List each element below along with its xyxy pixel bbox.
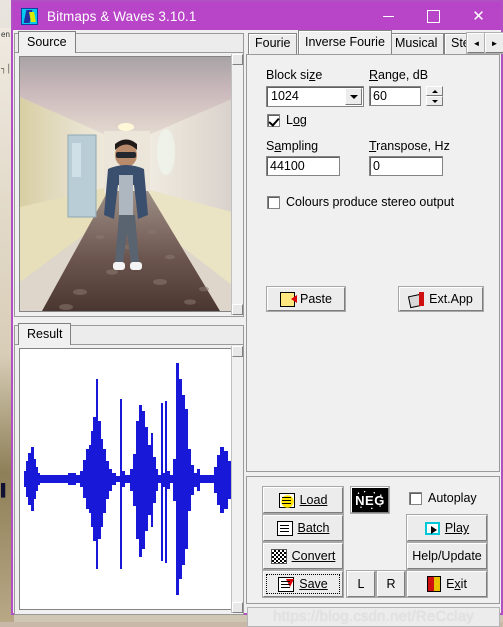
waveform-view[interactable]: [19, 348, 233, 610]
minimize-button[interactable]: [366, 2, 411, 30]
window-title: Bitmaps & Waves 3.10.1: [47, 9, 197, 24]
transpose-input[interactable]: 0: [369, 156, 443, 176]
negative-preview-button[interactable]: NEG: [351, 487, 389, 513]
source-vertical-scrollbar[interactable]: [231, 54, 242, 315]
exit-label: Exit: [446, 577, 467, 591]
paste-label: Paste: [300, 292, 332, 306]
tab-source[interactable]: Source: [18, 31, 76, 53]
result-vertical-scrollbar[interactable]: [231, 346, 242, 613]
load-icon: [279, 493, 295, 508]
right-settings-panel: Fourie Inverse Fourie Musical Stereo ◄ ►…: [246, 30, 501, 613]
transpose-label: Transpose, Hz: [369, 139, 450, 153]
close-icon[interactable]: ✕: [456, 2, 501, 30]
colours-stereo-checkbox[interactable]: Colours produce stereo output: [267, 195, 454, 209]
tab-scroll-right-icon[interactable]: ►: [485, 33, 503, 53]
source-photo: [20, 57, 232, 311]
scroll-down-icon[interactable]: [232, 602, 243, 613]
source-panel: [14, 52, 244, 317]
log-checkbox[interactable]: Log: [267, 113, 307, 127]
tab-musical[interactable]: Musical: [388, 33, 444, 54]
load-label: Load: [300, 493, 328, 507]
window-body: Source: [13, 30, 501, 613]
title-bar[interactable]: Bitmaps & Waves 3.10.1 ✕: [13, 2, 501, 30]
range-stepper[interactable]: [426, 86, 443, 107]
tab-fourie[interactable]: Fourie: [248, 33, 297, 54]
application-window: Bitmaps & Waves 3.10.1 ✕ Source: [11, 0, 503, 615]
sampling-label: Sampling: [266, 139, 318, 153]
waveform-plot: [20, 349, 232, 609]
scroll-down-icon[interactable]: [232, 304, 243, 315]
play-label: Play: [445, 521, 469, 535]
help-update-button[interactable]: Help/Update: [407, 543, 487, 569]
maximize-button[interactable]: [411, 2, 456, 30]
backdrop-text-1: en: [1, 30, 10, 39]
chevron-down-icon[interactable]: [345, 88, 362, 105]
range-label: Range, dB: [369, 68, 428, 82]
backdrop-text-3: ▌: [1, 483, 10, 497]
tab-inverse-fourie[interactable]: Inverse Fourie: [298, 30, 392, 54]
exit-door-icon: [427, 576, 441, 592]
result-tabstrip: Result: [14, 323, 244, 345]
sampling-input[interactable]: 44100: [266, 156, 340, 176]
tab-result[interactable]: Result: [18, 323, 71, 345]
autoplay-label: Autoplay: [428, 491, 477, 505]
batch-label: Batch: [298, 521, 330, 535]
stepper-down-icon[interactable]: [426, 96, 443, 106]
autoplay-checkbox[interactable]: Autoplay: [409, 491, 477, 505]
ext-app-button[interactable]: Ext.App: [399, 287, 483, 311]
right-channel-button[interactable]: R: [377, 571, 405, 597]
inverse-fourie-form: Block size 1024 Range, dB 60 Log: [246, 54, 500, 472]
source-image-view[interactable]: [19, 56, 233, 312]
tab-scroll-left-icon[interactable]: ◄: [467, 33, 486, 53]
convert-label: Convert: [292, 549, 336, 563]
paste-icon: [280, 292, 295, 307]
checkbox-unchecked-icon[interactable]: [409, 492, 422, 505]
play-button[interactable]: Play: [407, 515, 487, 541]
colours-stereo-label: Colours produce stereo output: [286, 195, 454, 209]
batch-button[interactable]: Batch: [263, 515, 343, 541]
scroll-up-icon[interactable]: [232, 346, 243, 357]
convert-icon: [271, 549, 287, 564]
ext-app-label: Ext.App: [429, 292, 473, 306]
load-button[interactable]: Load: [263, 487, 343, 513]
neg-label: NEG: [355, 493, 385, 508]
block-size-label: Block size: [266, 68, 322, 82]
checkbox-unchecked-icon[interactable]: [267, 196, 280, 209]
save-button[interactable]: Save: [263, 571, 343, 597]
watermark-text: https://blog.csdn.net/ReCclay: [247, 607, 500, 627]
result-panel: [14, 344, 244, 615]
mode-tabstrip: Fourie Inverse Fourie Musical Stereo ◄ ►: [246, 30, 501, 54]
source-tabstrip: Source: [14, 31, 244, 53]
scroll-up-icon[interactable]: [232, 54, 243, 65]
play-icon: [425, 522, 440, 535]
action-button-panel: Load Batch Convert Save L R: [246, 476, 500, 604]
paste-button[interactable]: Paste: [267, 287, 345, 311]
range-input[interactable]: 60: [369, 86, 421, 106]
log-label: Log: [286, 113, 307, 127]
app-logo-icon: [21, 8, 38, 25]
exit-button[interactable]: Exit: [407, 571, 487, 597]
save-icon: [278, 577, 294, 592]
left-preview-panel: Source: [14, 31, 244, 615]
block-size-combo[interactable]: 1024: [266, 86, 364, 107]
stepper-up-icon[interactable]: [426, 86, 443, 96]
batch-icon: [277, 521, 293, 536]
ext-app-icon: [409, 292, 424, 307]
convert-button[interactable]: Convert: [263, 543, 343, 569]
block-size-value: 1024: [271, 89, 299, 103]
save-label: Save: [299, 577, 328, 591]
checkbox-checked-icon[interactable]: [267, 114, 280, 127]
left-channel-button[interactable]: L: [347, 571, 375, 597]
window-controls: ✕: [366, 2, 501, 30]
